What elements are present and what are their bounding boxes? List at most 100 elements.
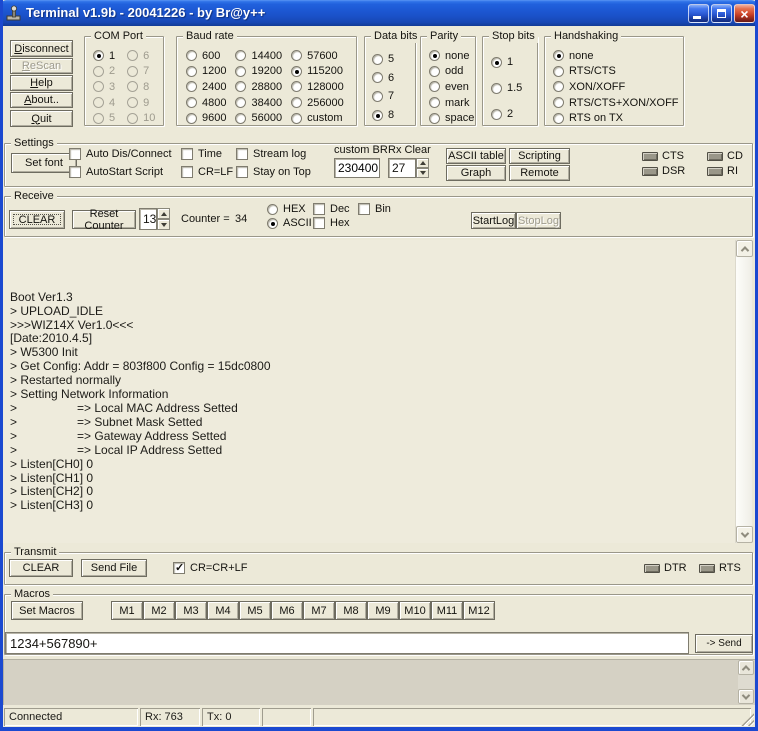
macro-button[interactable]: M12: [463, 601, 495, 620]
macro-button[interactable]: M11: [431, 601, 463, 620]
baud-rate-radio[interactable]: 1200: [186, 64, 226, 80]
cr-crlf-checkbox[interactable]: CR=CR+LF: [173, 561, 247, 574]
stop-bits-radio[interactable]: 1: [491, 49, 522, 75]
rx-clear-spin-down-button[interactable]: [416, 168, 429, 178]
handshaking-radio[interactable]: RTS on TX: [553, 110, 679, 126]
com-port-radio[interactable]: 9: [127, 95, 155, 111]
hex-mode-radio[interactable]: HEX: [267, 203, 306, 215]
parity-radio[interactable]: space: [429, 110, 474, 126]
auto-disconnect-checkbox[interactable]: Auto Dis/Connect: [69, 148, 172, 160]
baud-rate-radio[interactable]: 9600: [186, 110, 226, 126]
cr-lf-checkbox[interactable]: CR=LF: [181, 166, 233, 178]
parity-radio[interactable]: even: [429, 79, 474, 95]
handshaking-radio[interactable]: none: [553, 48, 679, 64]
scroll-down-button[interactable]: [738, 689, 754, 704]
baud-rate-radio[interactable]: 14400: [235, 48, 282, 64]
parity-radio[interactable]: odd: [429, 64, 474, 80]
stay-on-top-checkbox[interactable]: Stay on Top: [236, 166, 311, 178]
com-port-radio[interactable]: 3: [93, 79, 115, 95]
handshaking-radio[interactable]: RTS/CTS+XON/XOFF: [553, 95, 679, 111]
reset-counter-button[interactable]: Reset Counter: [72, 208, 136, 232]
com-port-radio[interactable]: 6: [127, 48, 155, 64]
terminal-scrollbar[interactable]: [735, 240, 753, 543]
transmit-history-scrollbar[interactable]: [738, 660, 754, 704]
macro-button[interactable]: M10: [399, 601, 431, 620]
data-bits-radio[interactable]: 7: [372, 87, 394, 106]
rx-clear-spinner[interactable]: 27: [388, 158, 429, 178]
quit-button[interactable]: Quit: [10, 110, 73, 127]
close-button[interactable]: ×: [734, 4, 755, 23]
send-button[interactable]: -> Send: [695, 634, 753, 653]
set-font-button[interactable]: Set font: [11, 153, 77, 173]
maximize-button[interactable]: [711, 4, 732, 23]
com-port-radio[interactable]: 1: [93, 48, 115, 64]
baud-rate-radio[interactable]: 128000: [291, 79, 344, 95]
macro-button[interactable]: M8: [335, 601, 367, 620]
time-checkbox[interactable]: Time: [181, 148, 222, 160]
macro-button[interactable]: M1: [111, 601, 143, 620]
transmit-clear-button[interactable]: CLEAR: [9, 559, 73, 577]
scroll-down-button[interactable]: [736, 526, 753, 543]
ascii-mode-radio[interactable]: ASCII: [267, 217, 312, 229]
autostart-script-checkbox[interactable]: AutoStart Script: [69, 166, 163, 178]
help-button[interactable]: Help: [10, 75, 73, 91]
custom-br-input[interactable]: 230400: [334, 158, 380, 178]
scripting-button[interactable]: Scripting: [509, 148, 570, 164]
baud-rate-radio[interactable]: 115200: [291, 64, 344, 80]
minimize-button[interactable]: [688, 4, 709, 23]
parity-radio[interactable]: none: [429, 48, 474, 64]
data-bits-radio[interactable]: 5: [372, 50, 394, 69]
baud-rate-radio[interactable]: 57600: [291, 48, 344, 64]
baud-rate-radio[interactable]: 2400: [186, 79, 226, 95]
com-port-radio[interactable]: 4: [93, 95, 115, 111]
com-port-radio[interactable]: 10: [127, 110, 155, 126]
about-button[interactable]: About..: [10, 92, 73, 108]
ascii-table-button[interactable]: ASCII table: [446, 148, 506, 164]
stop-bits-radio[interactable]: 2: [491, 101, 522, 127]
com-port-radio[interactable]: 2: [93, 64, 115, 80]
macro-button[interactable]: M6: [271, 601, 303, 620]
baud-rate-radio[interactable]: 19200: [235, 64, 282, 80]
stop-bits-radio[interactable]: 1.5: [491, 75, 522, 101]
receive-spin-down-button[interactable]: [157, 219, 170, 230]
titlebar[interactable]: Terminal v1.9b - 20041226 - by Br@y++ ×: [0, 0, 758, 26]
com-port-radio[interactable]: 7: [127, 64, 155, 80]
handshaking-radio[interactable]: XON/XOFF: [553, 79, 679, 95]
receive-clear-button[interactable]: CLEAR: [9, 210, 65, 229]
macro-button[interactable]: M7: [303, 601, 335, 620]
disconnect-button[interactable]: Disconnect: [10, 40, 73, 57]
graph-button[interactable]: Graph: [446, 165, 506, 181]
rx-clear-value[interactable]: 27: [388, 158, 416, 178]
macro-button[interactable]: M3: [175, 601, 207, 620]
baud-rate-radio[interactable]: 4800: [186, 95, 226, 111]
receive-spin-up-button[interactable]: [157, 208, 170, 219]
hex-checkbox[interactable]: Hex: [313, 217, 350, 229]
macro-button[interactable]: M5: [239, 601, 271, 620]
baud-rate-radio[interactable]: 256000: [291, 95, 344, 111]
scroll-up-button[interactable]: [738, 660, 754, 675]
send-file-button[interactable]: Send File: [81, 559, 147, 577]
baud-rate-radio[interactable]: 28800: [235, 79, 282, 95]
baud-rate-radio[interactable]: 56000: [235, 110, 282, 126]
stream-log-checkbox[interactable]: Stream log: [236, 148, 306, 160]
bin-checkbox[interactable]: Bin: [358, 203, 391, 215]
handshaking-radio[interactable]: RTS/CTS: [553, 64, 679, 80]
start-log-button[interactable]: StartLog: [471, 212, 516, 229]
com-port-radio[interactable]: 8: [127, 79, 155, 95]
set-macros-button[interactable]: Set Macros: [11, 601, 83, 620]
data-bits-radio[interactable]: 6: [372, 69, 394, 88]
rx-clear-spin-up-button[interactable]: [416, 158, 429, 168]
baud-rate-radio[interactable]: custom: [291, 110, 344, 126]
baud-rate-radio[interactable]: 38400: [235, 95, 282, 111]
data-bits-radio[interactable]: 8: [372, 106, 394, 125]
send-input[interactable]: [5, 632, 689, 654]
receive-counter-spinner[interactable]: 13: [139, 208, 170, 230]
remote-button[interactable]: Remote: [509, 165, 570, 181]
macro-button[interactable]: M4: [207, 601, 239, 620]
terminal-output[interactable]: Boot Ver1.3 > UPLOAD_IDLE >>>WIZ14X Ver1.0…: [3, 240, 753, 543]
receive-spinner-value[interactable]: 13: [139, 208, 158, 230]
transmit-history-panel[interactable]: [3, 659, 755, 705]
baud-rate-radio[interactable]: 600: [186, 48, 226, 64]
scroll-up-button[interactable]: [736, 240, 753, 257]
dec-checkbox[interactable]: Dec: [313, 203, 350, 215]
